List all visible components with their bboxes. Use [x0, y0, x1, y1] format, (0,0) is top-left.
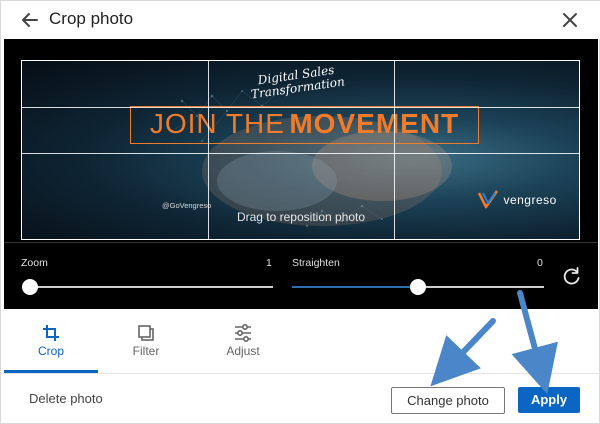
rotate-reset-icon[interactable] — [561, 265, 583, 287]
zoom-slider-handle[interactable] — [22, 279, 38, 295]
tab-adjust[interactable]: Adjust — [194, 309, 292, 373]
back-arrow-icon[interactable] — [19, 9, 41, 31]
dialog-header: Crop photo — [1, 1, 600, 39]
headline-part-1: JOIN THE — [149, 108, 285, 139]
vengreso-mark-icon — [477, 190, 499, 209]
headline-part-2: MOVEMENT — [289, 108, 460, 139]
tab-crop[interactable]: Crop — [4, 309, 98, 373]
zoom-slider-track[interactable] — [29, 286, 273, 288]
straighten-slider-handle[interactable] — [410, 279, 426, 295]
tab-crop-label: Crop — [37, 344, 64, 358]
delete-photo-button[interactable]: Delete photo — [29, 391, 103, 406]
brand-name: vengreso — [503, 193, 557, 207]
zoom-label: Zoom — [21, 257, 48, 269]
crop-grid-line — [22, 153, 579, 154]
divider — [4, 242, 598, 243]
crop-photo-dialog: Crop photo Digital Sales Transformation … — [0, 0, 600, 424]
crop-grid-line — [22, 107, 579, 108]
straighten-value: 0 — [537, 257, 543, 269]
arrow-to-change-photo — [430, 318, 496, 387]
drag-hint: Drag to reposition photo — [236, 210, 366, 224]
photo-editor: Digital Sales Transformation JOIN THE MO… — [4, 39, 598, 309]
change-photo-button[interactable]: Change photo — [391, 387, 505, 414]
banner-handle: @GoVengreso — [162, 201, 212, 210]
filter-icon — [136, 323, 156, 343]
tabs-divider — [1, 373, 600, 374]
banner-headline-box: JOIN THE MOVEMENT — [130, 106, 479, 144]
dialog-title: Crop photo — [49, 9, 134, 28]
zoom-value: 1 — [266, 257, 272, 269]
straighten-slider-fill — [292, 286, 417, 288]
adjust-sliders-icon — [233, 323, 253, 343]
tab-filter[interactable]: Filter — [98, 309, 194, 373]
straighten-label: Straighten — [292, 257, 340, 269]
apply-button[interactable]: Apply — [518, 387, 580, 413]
close-icon[interactable] — [559, 9, 581, 31]
tab-filter-label: Filter — [132, 344, 160, 358]
crop-icon — [41, 323, 61, 343]
tab-adjust-label: Adjust — [226, 344, 260, 358]
